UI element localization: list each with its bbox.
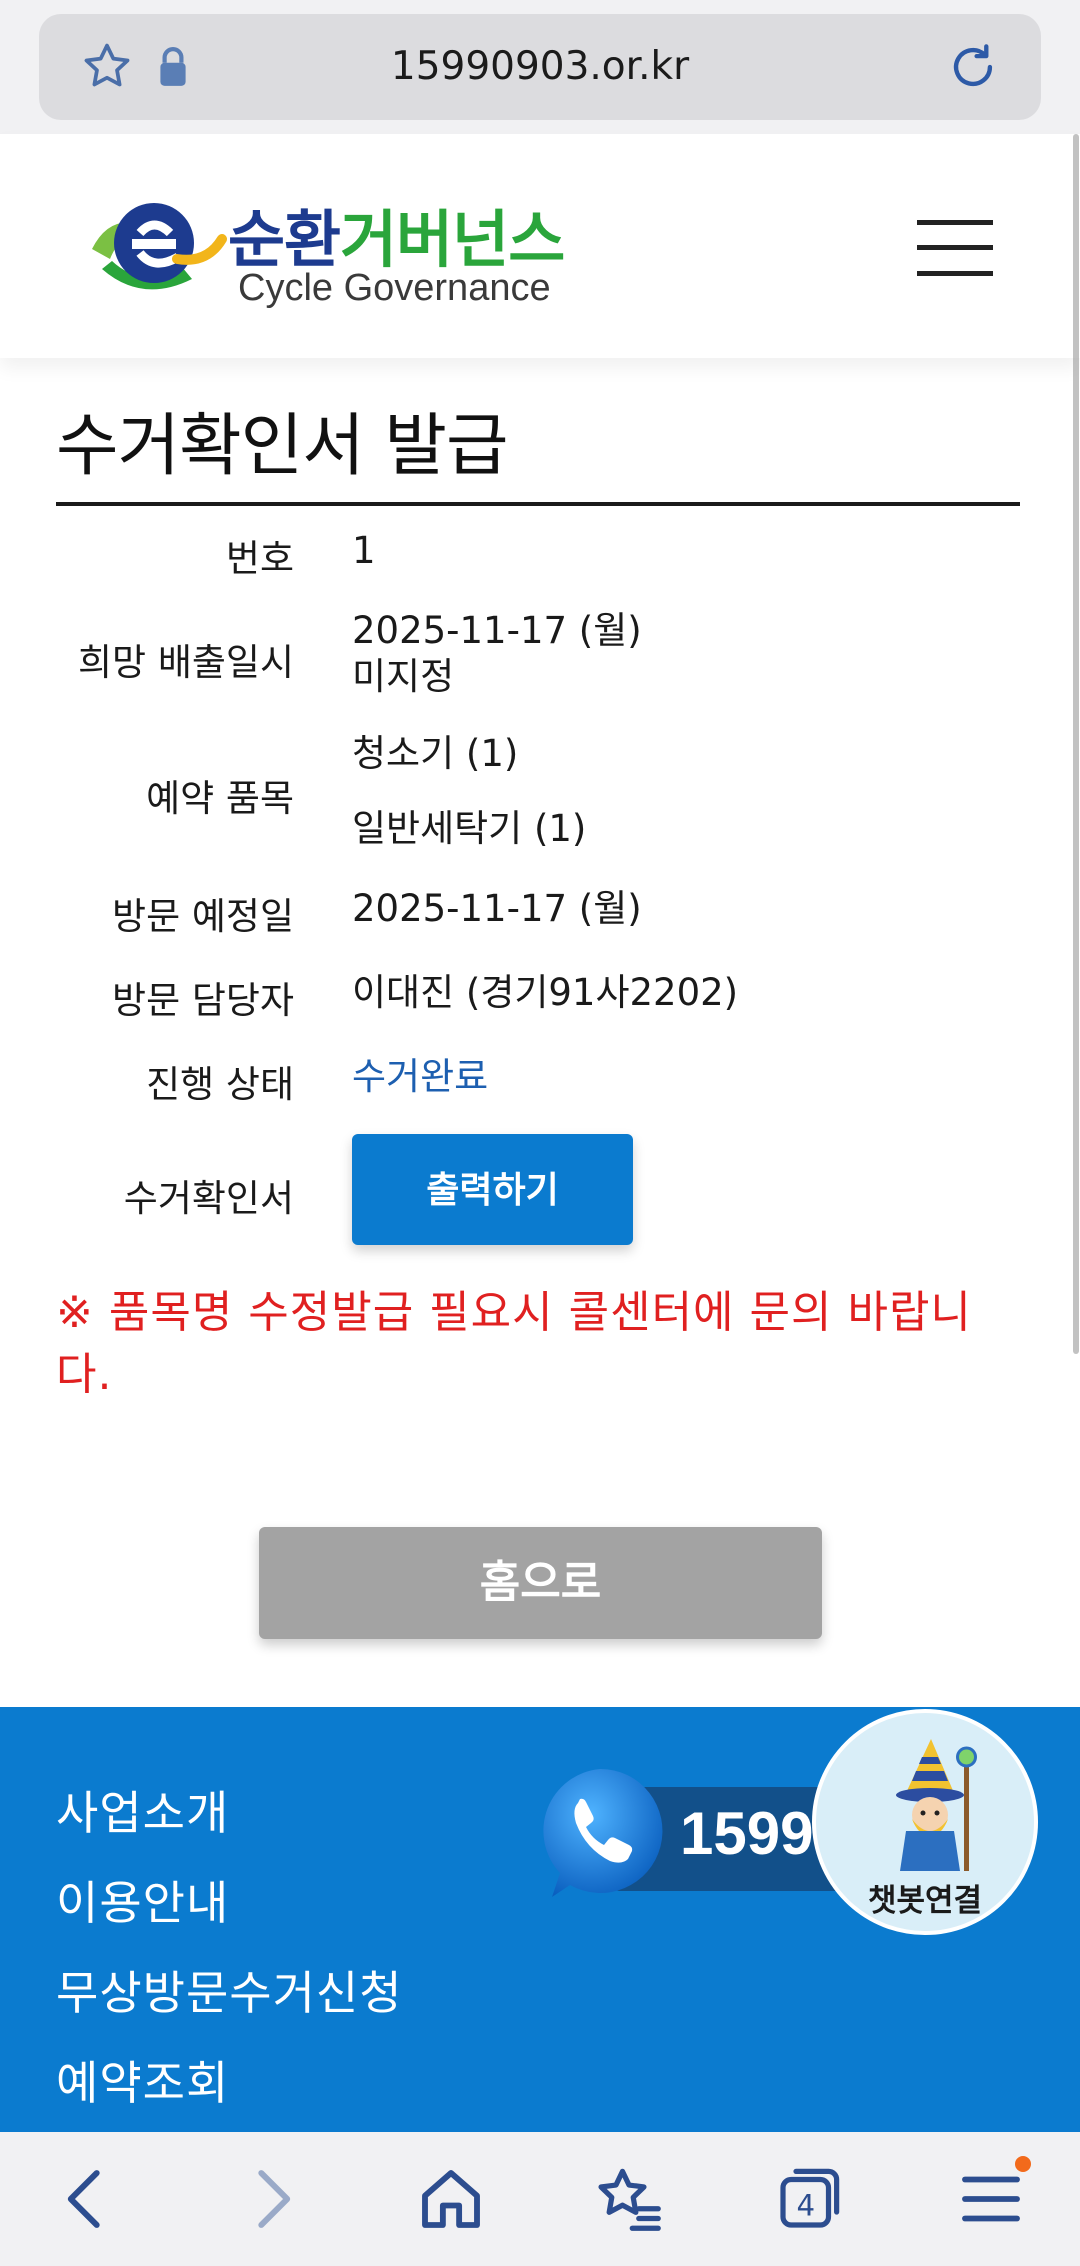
bookmarks-button[interactable] [590,2160,668,2238]
tab-count: 4 [796,2188,815,2222]
row-label-status: 진행 상태 [146,1063,294,1106]
browser-menu-button[interactable] [952,2160,1030,2238]
row-value-item-1: 청소기 (1) [352,732,519,775]
menu-hamburger-icon[interactable] [917,220,993,276]
menu-icon [962,2176,1020,2222]
reload-icon[interactable] [944,38,1002,96]
row-value-visitor: 이대진 (경기91사2202) [352,971,739,1014]
call-center-number[interactable]: 1599 [680,1799,813,1868]
notice-text: ※ 품목명 수정발급 필요시 콜센터에 문의 바랍니다. [56,1287,972,1400]
chevron-left-icon [67,2170,100,2228]
footer-link-guide[interactable]: 이용안내 [56,1867,229,1933]
row-label-desired-date: 희망 배출일시 [77,641,294,684]
home-icon [422,2170,480,2228]
browser-toolbar: 15990903.or.kr [0,0,1080,134]
back-button[interactable] [48,2160,126,2238]
row-value-item-2: 일반세탁기 (1) [352,807,587,850]
row-value-desired-time: 미지정 [352,655,455,698]
chatbot-button[interactable]: 챗봇연결 [812,1709,1038,1935]
chatbot-label: 챗봇연결 [867,1883,983,1919]
chatbot-wizard-icon [896,1739,977,1871]
home-nav-button[interactable] [412,2160,490,2238]
browser-bottom-nav: 4 [0,2132,1080,2266]
row-label-number: 번호 [225,537,294,580]
row-value-desired-date: 2025-11-17 (월) [352,609,642,652]
row-label-items: 예약 품목 [146,777,294,820]
row-label-visit-date: 방문 예정일 [112,895,294,938]
address-bar[interactable]: 15990903.or.kr [39,14,1041,120]
row-value-visit-date: 2025-11-17 (월) [352,887,642,930]
phone-icon[interactable] [532,1763,668,1903]
forward-button[interactable] [232,2160,310,2238]
logo-english-text: Cycle Governance [238,267,551,309]
row-label-certificate: 수거확인서 [123,1177,294,1220]
tabs-icon: 4 [780,2168,840,2228]
site-header: 순환거버넌스 Cycle Governance [0,134,1080,358]
logo-mark-icon [92,203,227,290]
logo-ko-part1: 순환 [228,203,341,276]
bookmark-list-icon [598,2168,661,2231]
page-title: 수거확인서 발급 [56,407,509,486]
tabs-button[interactable]: 4 [770,2160,848,2238]
footer-link-apply[interactable]: 무상방문수거신청 [56,1957,403,2023]
row-value-number: 1 [352,529,376,572]
page-scrollbar[interactable] [1073,134,1079,1354]
footer-link-lookup[interactable]: 예약조회 [56,2047,229,2113]
url-text[interactable]: 15990903.or.kr [39,14,1041,120]
footer-link-about[interactable]: 사업소개 [56,1777,229,1843]
row-value-status: 수거완료 [352,1055,489,1098]
site-logo[interactable]: 순환거버넌스 Cycle Governance [82,189,565,309]
home-button[interactable]: 홈으로 [259,1527,822,1639]
site-footer: 사업소개 이용안내 무상방문수거신청 예약조회 1599 챗봇연결 [0,1707,1080,2132]
notification-dot [1015,2156,1031,2172]
print-button[interactable]: 출력하기 [352,1134,633,1245]
row-label-visitor: 방문 담당자 [112,979,294,1022]
logo-korean-text: 순환거버넌스 [228,189,565,279]
title-divider [56,502,1020,506]
chevron-right-icon [258,2170,291,2228]
logo-ko-part2: 거버넌스 [340,203,565,276]
